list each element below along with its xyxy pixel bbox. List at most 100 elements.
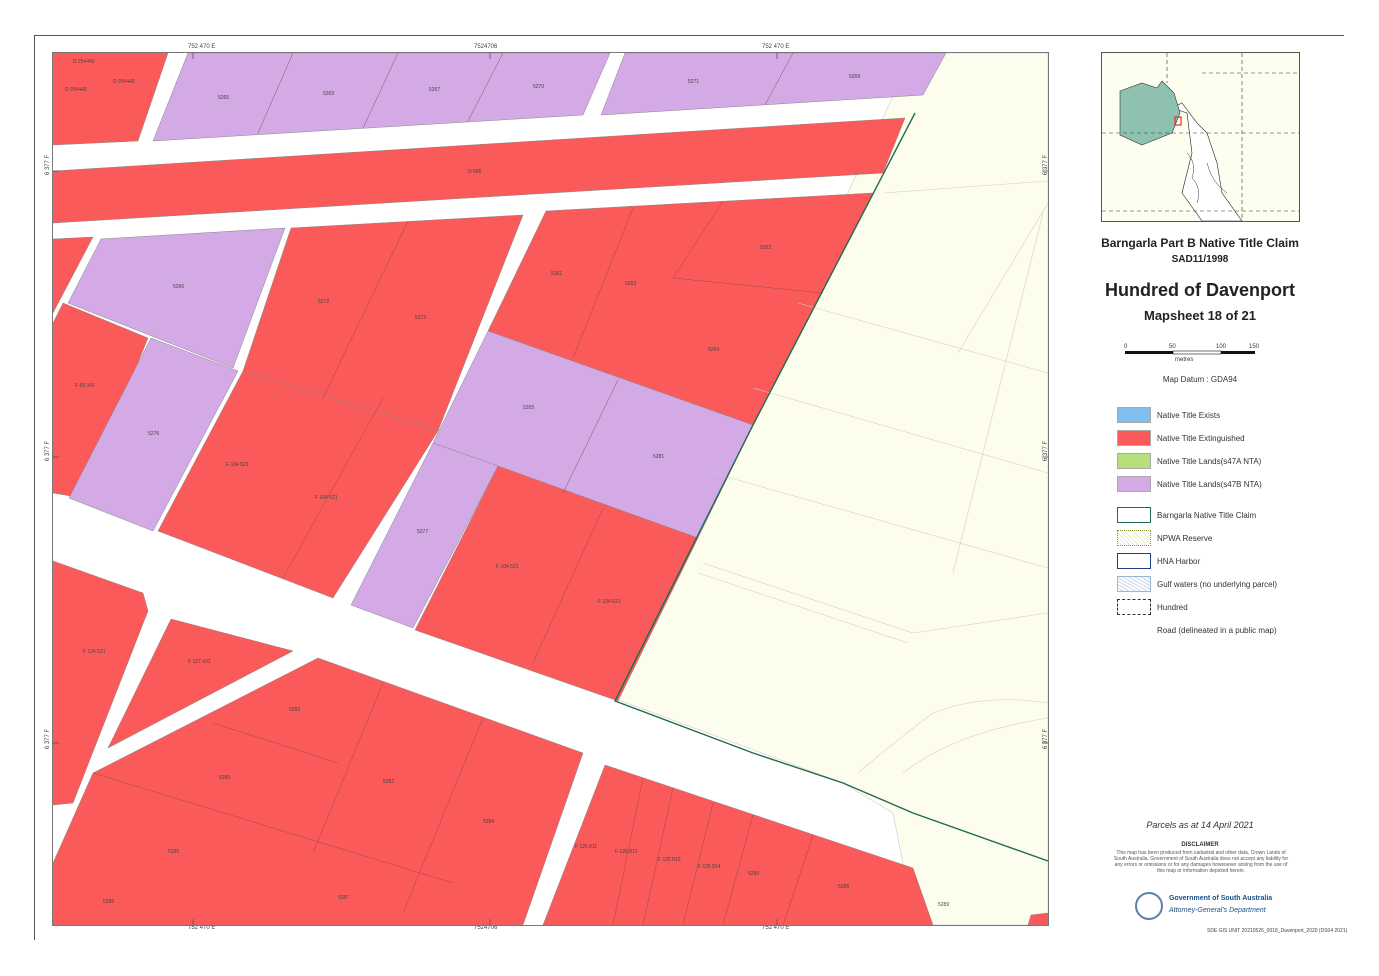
legend-item: Native Title Extinguished <box>1117 429 1245 447</box>
legend-item: Gulf waters (no underlying parcel) <box>1117 575 1277 593</box>
locator-inset-map <box>1101 52 1300 222</box>
legend-item: Hundred <box>1117 598 1188 616</box>
legend-swatch <box>1117 476 1151 492</box>
legend-item: Barngarla Native Title Claim <box>1117 506 1256 524</box>
inset-canvas <box>1102 53 1299 221</box>
legend-label: Native Title Extinguished <box>1157 433 1245 443</box>
right-coord-label: 6 377 F <box>1043 440 1050 462</box>
parcel-label: F 104 521 <box>496 564 519 570</box>
parcel-label: 5281 <box>653 454 664 460</box>
parcel-label: 5283 <box>289 707 300 713</box>
parcel-label: 5266 <box>173 284 184 290</box>
legend-swatch <box>1117 599 1151 615</box>
parcel-label: 5265 <box>523 405 534 411</box>
legend-label: Gulf waters (no underlying parcel) <box>1157 579 1278 589</box>
parcel-label: F 125 814 <box>698 864 721 870</box>
legend-swatch <box>1117 553 1151 569</box>
parcel-label: 5285 <box>168 849 179 855</box>
legend-label: Road (delineated in a public map) <box>1157 625 1277 635</box>
cadastral-map[interactable]: D 666 5265 5269 5267 5270 5271 5268 5266… <box>52 52 1049 926</box>
parcel-label: 5271 <box>688 79 699 85</box>
legend-item: Road (delineated in a public map) <box>1117 621 1277 639</box>
left-coord-label: 6 377 F <box>45 440 52 462</box>
parcel-label: 5269 <box>323 91 334 97</box>
legend-label: Native Title Exists <box>1157 410 1221 420</box>
frame-left-line <box>34 35 35 940</box>
parcel-label: F 127 431 <box>188 659 211 665</box>
legend-label: Barngarla Native Title Claim <box>1157 510 1257 520</box>
legend-label: Native Title Lands(s47A NTA) <box>1157 456 1262 466</box>
map-datum: Map Datum : GDA94 <box>1162 375 1238 384</box>
legend-item: Native Title Exists <box>1117 406 1220 424</box>
parcel-label: D 666 <box>468 169 482 175</box>
scale-tick: 50 <box>1169 344 1176 350</box>
legend-item: Native Title Lands(s47B NTA) <box>1117 475 1262 493</box>
sa-government-seal-icon <box>1135 892 1163 920</box>
parcel-label: 5287 <box>338 895 349 901</box>
parcel-label: 5273 <box>415 315 426 321</box>
top-coord-label: 752 470 E <box>188 44 216 50</box>
claim-code: SAD11/1998 <box>1171 254 1229 265</box>
parcel-label: F 125 813 <box>658 857 681 863</box>
scale-tick: 0 <box>1124 344 1128 350</box>
legend-swatch <box>1117 407 1151 423</box>
top-coord-label: 752 470 E <box>762 44 790 50</box>
legend-swatch <box>1117 622 1151 638</box>
parcel-label: D 254442 <box>73 59 95 65</box>
parcel-extinguished <box>1027 912 1048 925</box>
scale-unit: metres <box>1175 357 1194 363</box>
parcel-label: 5286 <box>103 899 114 905</box>
top-coord-label: 7524706 <box>474 44 498 50</box>
parcel-label: 5265 <box>218 95 229 101</box>
parcel-label: F 125 811 <box>575 844 597 850</box>
scale-bar: 0 50 100 150 metres <box>1121 344 1261 368</box>
parcel-label: 5261 <box>551 271 562 277</box>
parcel-label: D 254442 <box>65 87 87 93</box>
legend-label: NPWA Reserve <box>1157 533 1213 543</box>
legend-label: HNA Harbor <box>1157 556 1201 566</box>
legend-swatch <box>1117 507 1151 523</box>
parcel-label: 5282 <box>383 779 394 785</box>
footer-code: SDE GIS UNIT 20210526_0018_Davenport_202… <box>1207 928 1348 934</box>
government-logo: Government of South Australia Attorney-G… <box>1135 892 1295 926</box>
claim-name-title: Barngarla Part B Native Title Claim <box>1101 236 1299 250</box>
legend-swatch <box>1117 576 1151 592</box>
parcel-label: 5264 <box>708 347 719 353</box>
left-coord-label: 6 377 F <box>45 728 52 750</box>
legend-swatch <box>1117 530 1151 546</box>
parcel-label: 5284 <box>483 819 494 825</box>
parcel-label: 5276 <box>148 431 159 437</box>
disclaimer-text: This map has been produced from cadastra… <box>1113 850 1289 874</box>
parcel-label: F 125 812 <box>615 849 638 855</box>
legend-swatch <box>1117 453 1151 469</box>
legend-item: HNA Harbor <box>1117 552 1200 570</box>
parcel-label: 5280 <box>219 775 230 781</box>
parcel-label: F 104 521 <box>226 462 249 468</box>
parcel-label: 5288 <box>838 884 849 890</box>
parcel-label: 5270 <box>533 84 544 90</box>
legend-swatch <box>1117 430 1151 446</box>
parcel-label: 5289 <box>938 902 949 908</box>
parcel-label: 5272 <box>318 299 329 305</box>
parcel-label: 5277 <box>417 529 428 535</box>
legend-item: Native Title Lands(s47A NTA) <box>1117 452 1261 470</box>
mapsheet-label: Mapsheet 18 of 21 <box>1144 308 1256 323</box>
parcel-label: F 124 621 <box>598 599 621 605</box>
hundred-title: Hundred of Davenport <box>1104 280 1295 300</box>
frame-top-line <box>34 35 1344 36</box>
parcel-label: D 254442 <box>113 79 135 85</box>
parcel-label: 5262 <box>760 245 771 251</box>
parcel-label: 5268 <box>849 74 860 80</box>
parcel-label: 5267 <box>429 87 440 93</box>
parcels-date: Parcels as at 14 April 2021 <box>1146 820 1254 830</box>
scale-tick: 100 <box>1216 344 1227 350</box>
map-canvas: D 666 5265 5269 5267 5270 5271 5268 5266… <box>53 53 1048 925</box>
right-coord-label: 6 377 F <box>1043 154 1050 176</box>
parcel-label: 5263 <box>625 281 636 287</box>
legend-label: Hundred <box>1157 602 1188 612</box>
government-name: Government of South Australia <box>1169 895 1273 902</box>
parcel-label: F 104 521 <box>315 495 338 501</box>
parcel-label: 5290 <box>748 871 759 877</box>
parcel-label: F 69 341 <box>75 383 95 389</box>
left-coord-label: 6 377 F <box>45 154 52 176</box>
